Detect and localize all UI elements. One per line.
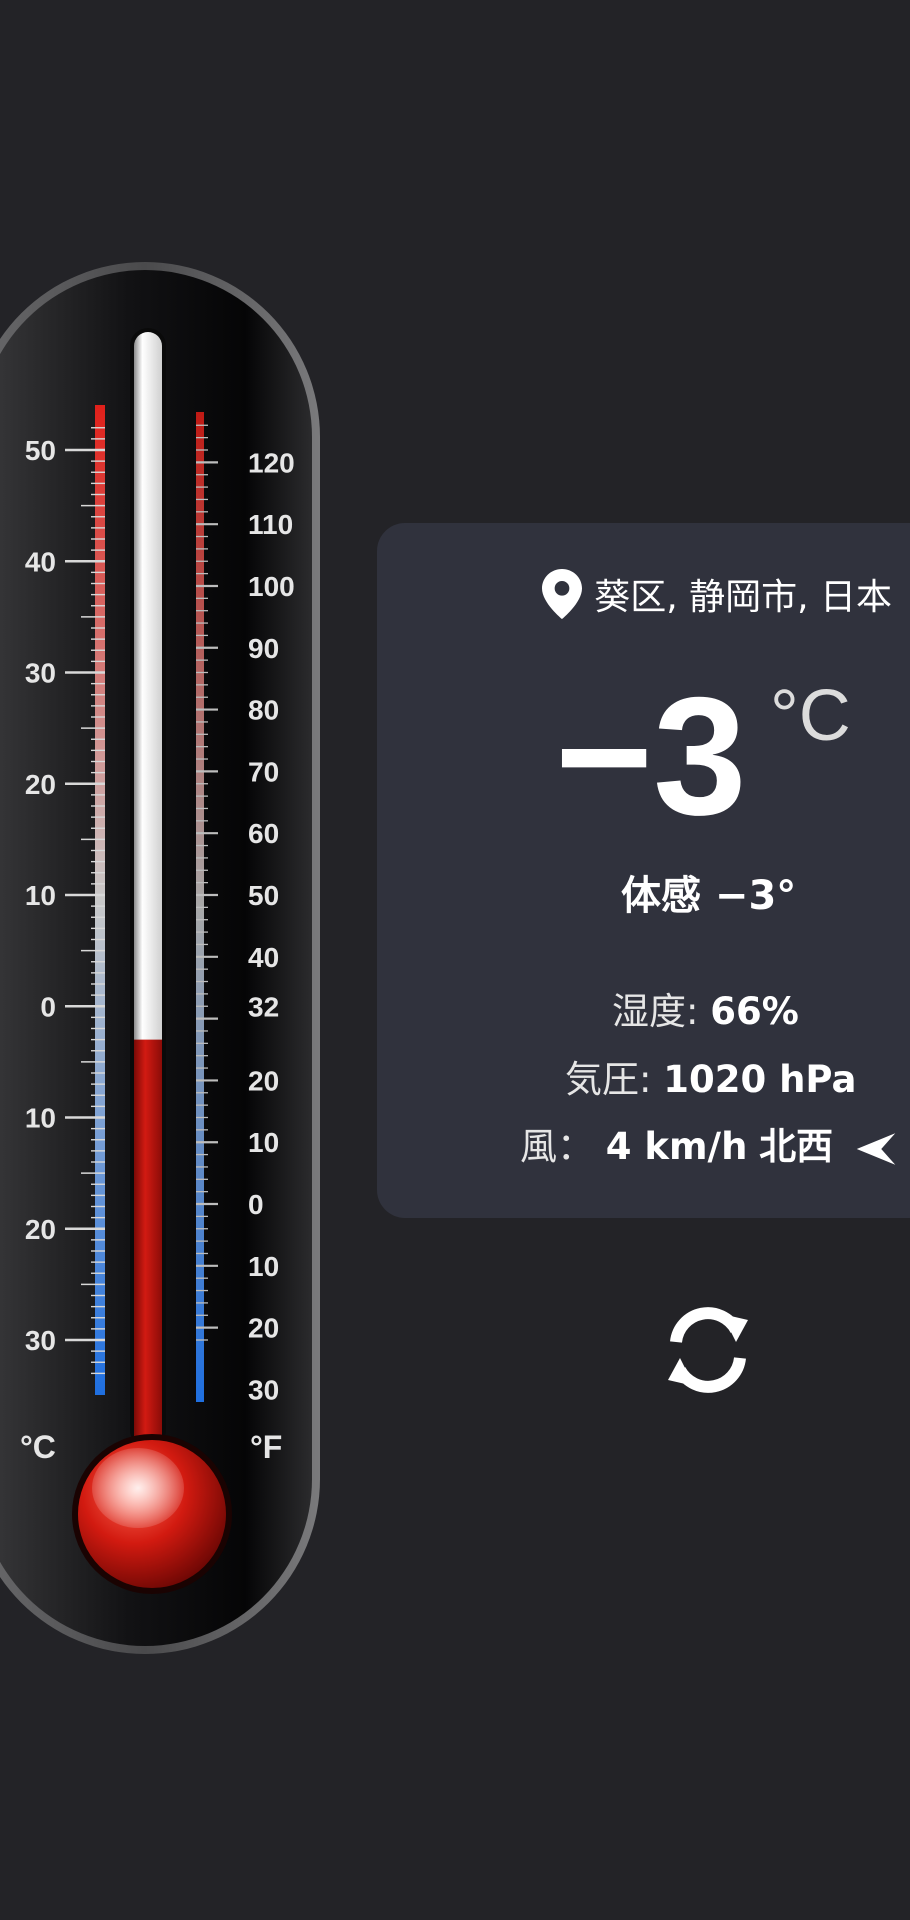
celsius-tick-label: 0 bbox=[40, 991, 56, 1022]
fahrenheit-tick-label: 50 bbox=[248, 880, 279, 911]
humidity-row: 湿度: 66% bbox=[612, 981, 799, 1035]
fahrenheit-tick-label: 60 bbox=[248, 818, 279, 849]
pressure-row: 気圧: 1020 hPa bbox=[565, 1049, 857, 1103]
wind-value: 4 km/h bbox=[605, 1125, 748, 1168]
fahrenheit-tick-label: 30 bbox=[248, 1374, 279, 1405]
current-temperature: −3 bbox=[555, 662, 747, 850]
fahrenheit-tick-label: 10 bbox=[248, 1127, 279, 1158]
wind-direction: 北西 bbox=[759, 1125, 834, 1168]
fahrenheit-tick-label: 10 bbox=[248, 1251, 279, 1282]
celsius-tick-label: 30 bbox=[25, 1325, 56, 1356]
wind-label: 風： bbox=[520, 1125, 594, 1168]
celsius-tick-label: 30 bbox=[25, 658, 56, 689]
bulb-highlight bbox=[92, 1448, 184, 1528]
celsius-tick-label: 10 bbox=[25, 880, 56, 911]
fahrenheit-tick-label: 80 bbox=[248, 695, 279, 726]
pressure-value: 1020 hPa bbox=[663, 1058, 857, 1101]
navigation-arrow-icon bbox=[856, 1132, 896, 1165]
fahrenheit-tick-label: 20 bbox=[248, 1313, 279, 1344]
temperature-unit: °C bbox=[770, 676, 851, 756]
refresh-icon[interactable] bbox=[660, 1302, 756, 1398]
location-row[interactable]: 葵区, 静岡市, 日本 bbox=[272, 568, 910, 620]
celsius-tick-label: 40 bbox=[25, 546, 56, 577]
mercury-column bbox=[134, 1039, 162, 1460]
celsius-tick-label: 10 bbox=[25, 1103, 56, 1134]
humidity-value: 66% bbox=[710, 990, 799, 1033]
pressure-label: 気圧: bbox=[565, 1058, 652, 1101]
fahrenheit-tick-label: 90 bbox=[248, 633, 279, 664]
wind-row: 風： 4 km/h 北西 bbox=[520, 1116, 897, 1170]
fahrenheit-tick-label: 40 bbox=[248, 942, 279, 973]
thermometer: 5040302010010203012011010090807060504032… bbox=[0, 262, 320, 1654]
feels-like: 体感 −3° bbox=[621, 873, 797, 919]
celsius-tick-label: 50 bbox=[25, 435, 56, 466]
fahrenheit-tick-label: 70 bbox=[248, 756, 279, 787]
fahrenheit-unit-label: °F bbox=[250, 1429, 282, 1465]
fahrenheit-tick-label: 20 bbox=[248, 1065, 279, 1096]
fahrenheit-tick-label: 110 bbox=[248, 509, 293, 540]
map-pin-icon bbox=[542, 569, 583, 619]
celsius-tick-label: 20 bbox=[25, 769, 56, 800]
fahrenheit-tick-label: 0 bbox=[248, 1189, 264, 1220]
fahrenheit-tick-label: 120 bbox=[248, 447, 295, 478]
celsius-tick-label: 20 bbox=[25, 1214, 56, 1245]
humidity-label: 湿度: bbox=[612, 990, 699, 1033]
celsius-scale-bar bbox=[95, 405, 105, 1395]
celsius-unit-label: °C bbox=[20, 1429, 56, 1465]
location-text: 葵区, 静岡市, 日本 bbox=[594, 577, 892, 618]
fahrenheit-tick-label: 32 bbox=[248, 991, 279, 1022]
